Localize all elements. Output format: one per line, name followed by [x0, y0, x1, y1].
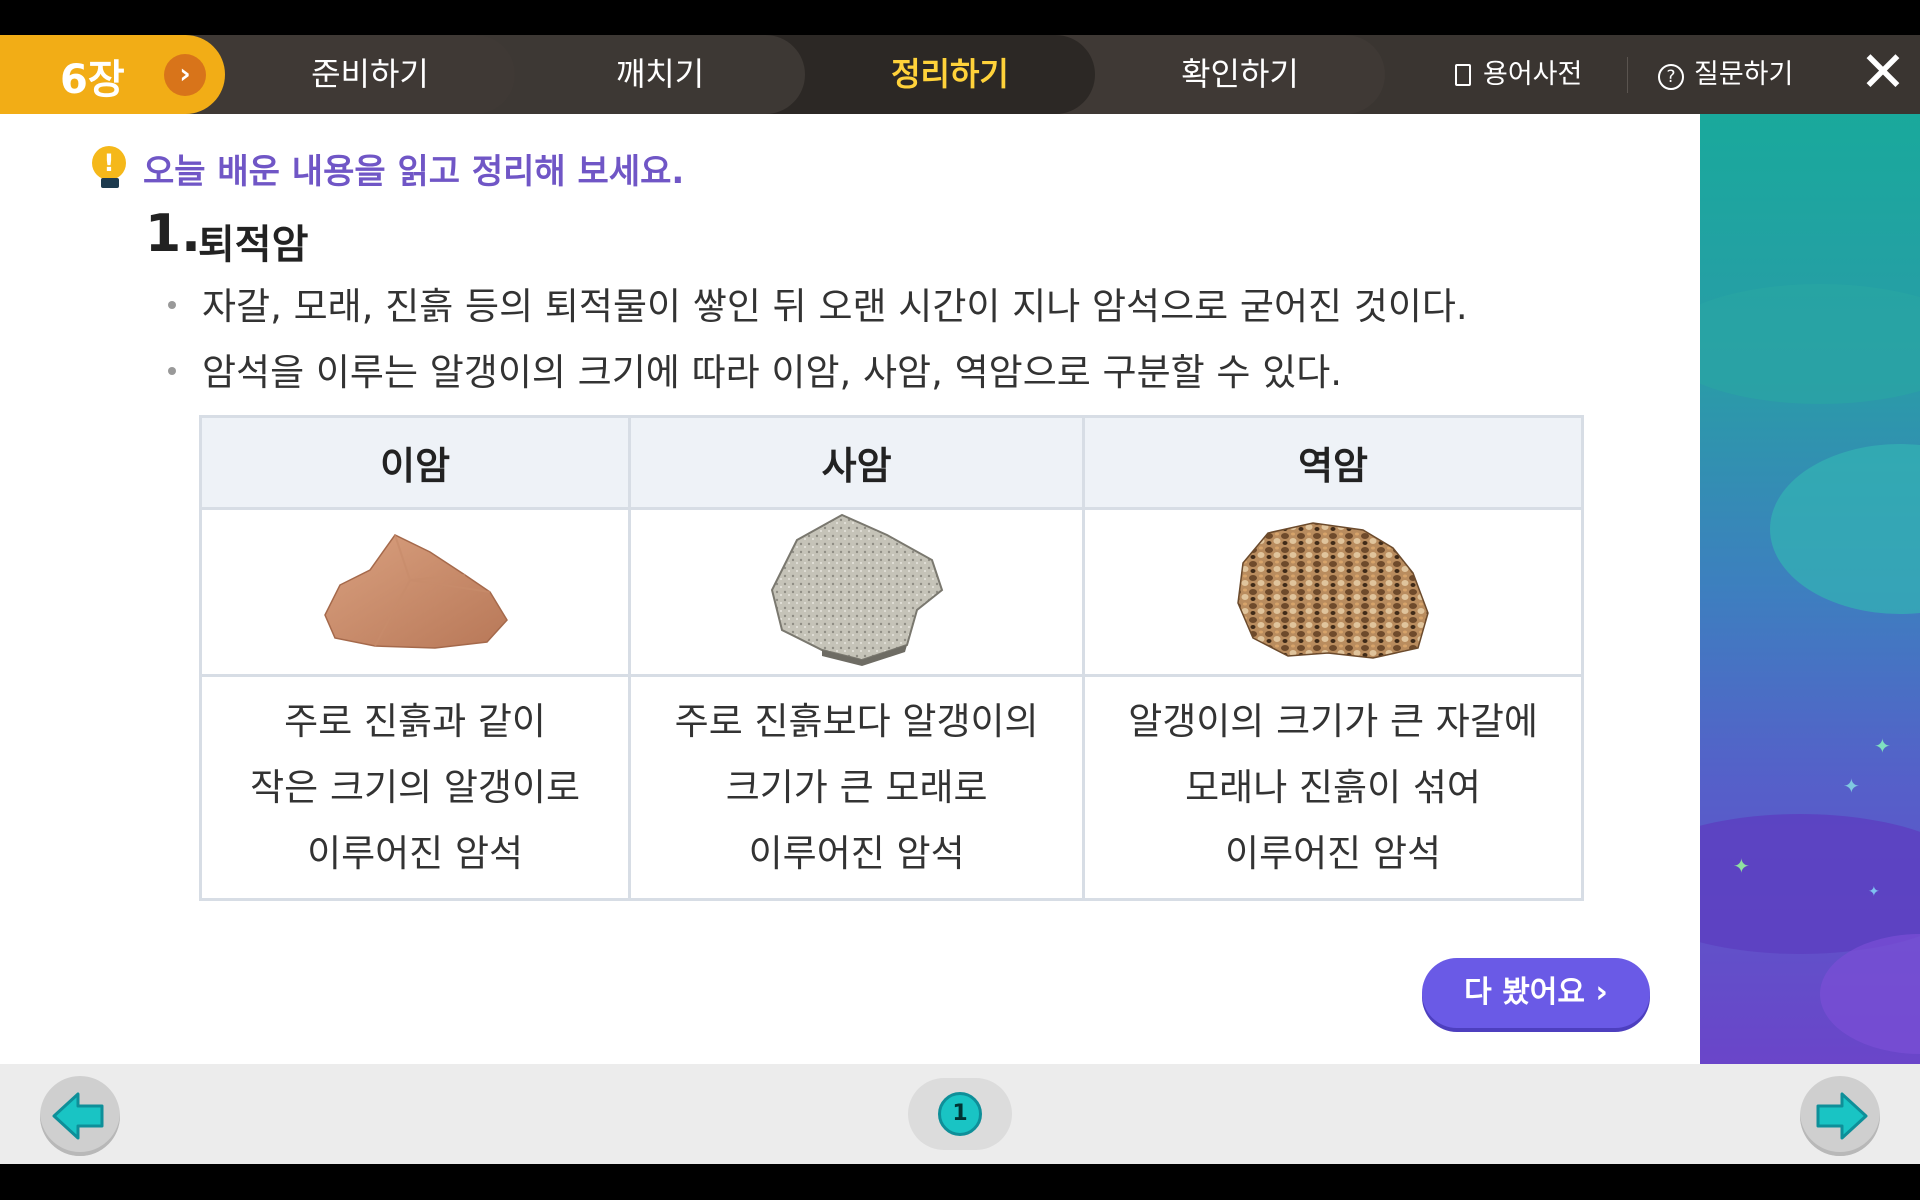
lightbulb-icon: !	[92, 146, 126, 180]
section-number: 1.	[145, 204, 201, 264]
description-line: 이루어진 암석	[307, 831, 524, 875]
bullet-text: 자갈, 모래, 진흙 등의 퇴적물이 쌓인 뒤 오랜 시간이 지나 암석으로 굳…	[202, 285, 1468, 328]
mudstone-image	[198, 507, 632, 677]
bullet-item: 자갈, 모래, 진흙 등의 퇴적물이 쌓인 뒤 오랜 시간이 지나 암석으로 굳…	[168, 276, 1468, 330]
mudstone-description: 주로 진흙과 같이 작은 크기의 알갱이로 이루어진 암석	[198, 674, 632, 901]
header-mudstone: 이암	[198, 415, 632, 510]
bottom-nav-bar: 1	[0, 1064, 1920, 1164]
decorative-side-panel: ✦ ✦ ✦ ✦	[1700, 114, 1920, 1064]
description-line: 크기가 큰 모래로	[725, 765, 988, 809]
tab-prepare[interactable]: 준비하기	[180, 35, 515, 114]
dictionary-label: 용어사전	[1483, 59, 1583, 90]
table-image-row	[198, 507, 1584, 677]
close-icon: ✕	[1859, 40, 1907, 105]
page-number[interactable]: 1	[938, 1092, 982, 1136]
wave-shape	[1700, 284, 1920, 404]
page-indicator: 1	[908, 1078, 1012, 1150]
instruction-text: 오늘 배운 내용을 읽고 정리해 보세요.	[143, 152, 685, 192]
sparkle-icon: ✦	[1874, 734, 1891, 758]
rock-table: 이암 사암 역암 주로 진흙과 같이 작은 크기의 알갱이로 이루어진 암석 주…	[198, 415, 1584, 901]
wave-shape	[1770, 444, 1920, 614]
sparkle-icon: ✦	[1843, 774, 1860, 798]
chapter-label: 6장	[60, 57, 125, 103]
description-line: 이루어진 암석	[1225, 831, 1442, 875]
description-line: 작은 크기의 알갱이로	[250, 765, 581, 809]
chapter-button[interactable]: 6장 ›	[0, 35, 225, 114]
sparkle-icon: ✦	[1868, 884, 1880, 900]
arrow-right-icon	[1816, 1092, 1868, 1140]
chevron-right-icon: ›	[164, 54, 206, 96]
bullet-text: 암석을 이루는 알갱이의 크기에 따라 이암, 사암, 역암으로 구분할 수 있…	[202, 351, 1343, 394]
dictionary-button[interactable]: 용어사전	[1455, 35, 1582, 114]
table-description-row: 주로 진흙과 같이 작은 크기의 알갱이로 이루어진 암석 주로 진흙보다 알갱…	[198, 674, 1584, 901]
header-conglomerate: 역암	[1082, 415, 1584, 510]
book-icon	[1455, 64, 1471, 86]
bullet-item: 암석을 이루는 알갱이의 크기에 따라 이암, 사암, 역암으로 구분할 수 있…	[168, 342, 1342, 396]
next-button[interactable]	[1800, 1076, 1880, 1156]
question-label: 질문하기	[1694, 59, 1794, 90]
table-header-row: 이암 사암 역암	[198, 415, 1584, 510]
tab-learn[interactable]: 깨치기	[470, 35, 805, 114]
arrow-left-icon	[52, 1092, 104, 1140]
tab-check[interactable]: 확인하기	[1050, 35, 1385, 114]
question-button[interactable]: ? 질문하기	[1658, 35, 1793, 114]
done-button-label: 다 봤어요	[1464, 975, 1586, 1010]
description-line: 알갱이의 크기가 큰 자갈에	[1128, 699, 1538, 743]
description-line: 주로 진흙과 같이	[284, 699, 546, 743]
bullet-dot	[168, 367, 176, 375]
tab-summary[interactable]: 정리하기	[760, 35, 1095, 114]
description-line: 이루어진 암석	[748, 831, 965, 875]
wave-shape	[1700, 814, 1920, 954]
description-line: 주로 진흙보다 알갱이의	[674, 699, 1039, 743]
description-line: 모래나 진흙이 섞여	[1185, 765, 1481, 809]
sandstone-description: 주로 진흙보다 알갱이의 크기가 큰 모래로 이루어진 암석	[628, 674, 1086, 901]
previous-button[interactable]	[40, 1076, 120, 1156]
divider	[1627, 57, 1628, 93]
header-sandstone: 사암	[628, 415, 1086, 510]
chevron-right-icon: ›	[1585, 975, 1608, 1010]
conglomerate-image	[1082, 507, 1584, 677]
conglomerate-description: 알갱이의 크기가 큰 자갈에 모래나 진흙이 섞여 이루어진 암석	[1082, 674, 1584, 901]
question-icon: ?	[1658, 64, 1684, 90]
section-title: 퇴적암	[198, 222, 309, 268]
content-area: ! 오늘 배운 내용을 읽고 정리해 보세요. 1. 퇴적암 자갈, 모래, 진…	[0, 114, 1700, 1064]
sandstone-image	[628, 507, 1086, 677]
close-button[interactable]: ✕	[1858, 45, 1908, 101]
lightbulb-base	[101, 178, 119, 188]
bullet-dot	[168, 301, 176, 309]
done-button[interactable]: 다 봤어요 ›	[1422, 958, 1650, 1028]
sparkle-icon: ✦	[1733, 854, 1750, 878]
top-nav-bar: 확인하기 정리하기 깨치기 준비하기 6장 › 용어사전 ? 질문하기 ✕	[0, 35, 1920, 114]
